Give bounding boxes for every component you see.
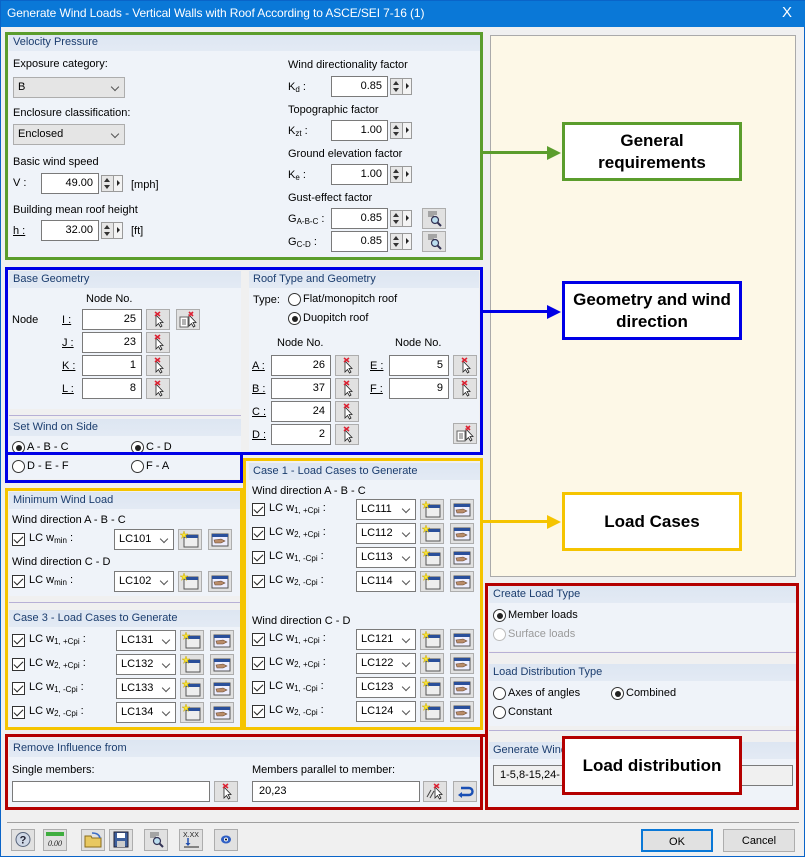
- general-requirements-callout: General requirements: [562, 122, 742, 181]
- decimals-button[interactable]: X.XX: [179, 829, 203, 851]
- loadcases-highlight-right: [243, 458, 483, 730]
- loadcases-arrow-line: [483, 520, 549, 523]
- geometry-highlight-frame-bottom: [5, 452, 243, 483]
- footer-divider: [7, 822, 799, 823]
- help-button[interactable]: ?: [11, 829, 35, 851]
- distribution-highlight-left: [5, 734, 483, 810]
- svg-text:X.XX: X.XX: [183, 832, 199, 839]
- distribution-highlight-join: [480, 734, 488, 737]
- dialog-window: Generate Wind Loads - Vertical Walls wit…: [0, 0, 805, 857]
- geometry-frame-bottom-edge: [242, 452, 483, 455]
- details-button[interactable]: [144, 829, 168, 851]
- units-icon: 0.00: [46, 832, 64, 848]
- title-bar: Generate Wind Loads - Vertical Walls wit…: [1, 1, 805, 27]
- geometry-callout: Geometry and wind direction: [562, 281, 742, 340]
- loadcases-highlight-left: [5, 488, 243, 730]
- general-arrow-line: [483, 151, 549, 154]
- ok-button[interactable]: OK: [641, 829, 713, 852]
- details-icon: [150, 832, 164, 848]
- cancel-button[interactable]: Cancel: [723, 829, 795, 852]
- geometry-highlight-frame-top: [5, 267, 483, 455]
- save-icon: [113, 831, 129, 848]
- open-icon: [84, 832, 102, 848]
- help-icon: ?: [15, 832, 31, 847]
- general-highlight-frame: [5, 32, 483, 260]
- geometry-arrow-line: [483, 310, 549, 313]
- close-icon[interactable]: X: [782, 4, 792, 21]
- units-button[interactable]: 0.00: [43, 829, 67, 851]
- window-title: Generate Wind Loads - Vertical Walls wit…: [7, 6, 425, 20]
- load-distribution-callout: Load distribution: [562, 736, 742, 795]
- svg-text:?: ?: [20, 835, 27, 847]
- svg-text:0.00: 0.00: [48, 839, 62, 848]
- load-cases-callout: Load Cases: [562, 492, 742, 551]
- open-button[interactable]: [81, 829, 105, 851]
- geometry-arrow-head: [547, 305, 561, 319]
- decimals-icon: X.XX: [183, 832, 199, 848]
- save-button[interactable]: [109, 829, 133, 851]
- view-icon: [221, 835, 231, 844]
- general-arrow-head: [547, 146, 561, 160]
- view-button[interactable]: [214, 829, 238, 851]
- loadcases-arrow-head: [547, 515, 561, 529]
